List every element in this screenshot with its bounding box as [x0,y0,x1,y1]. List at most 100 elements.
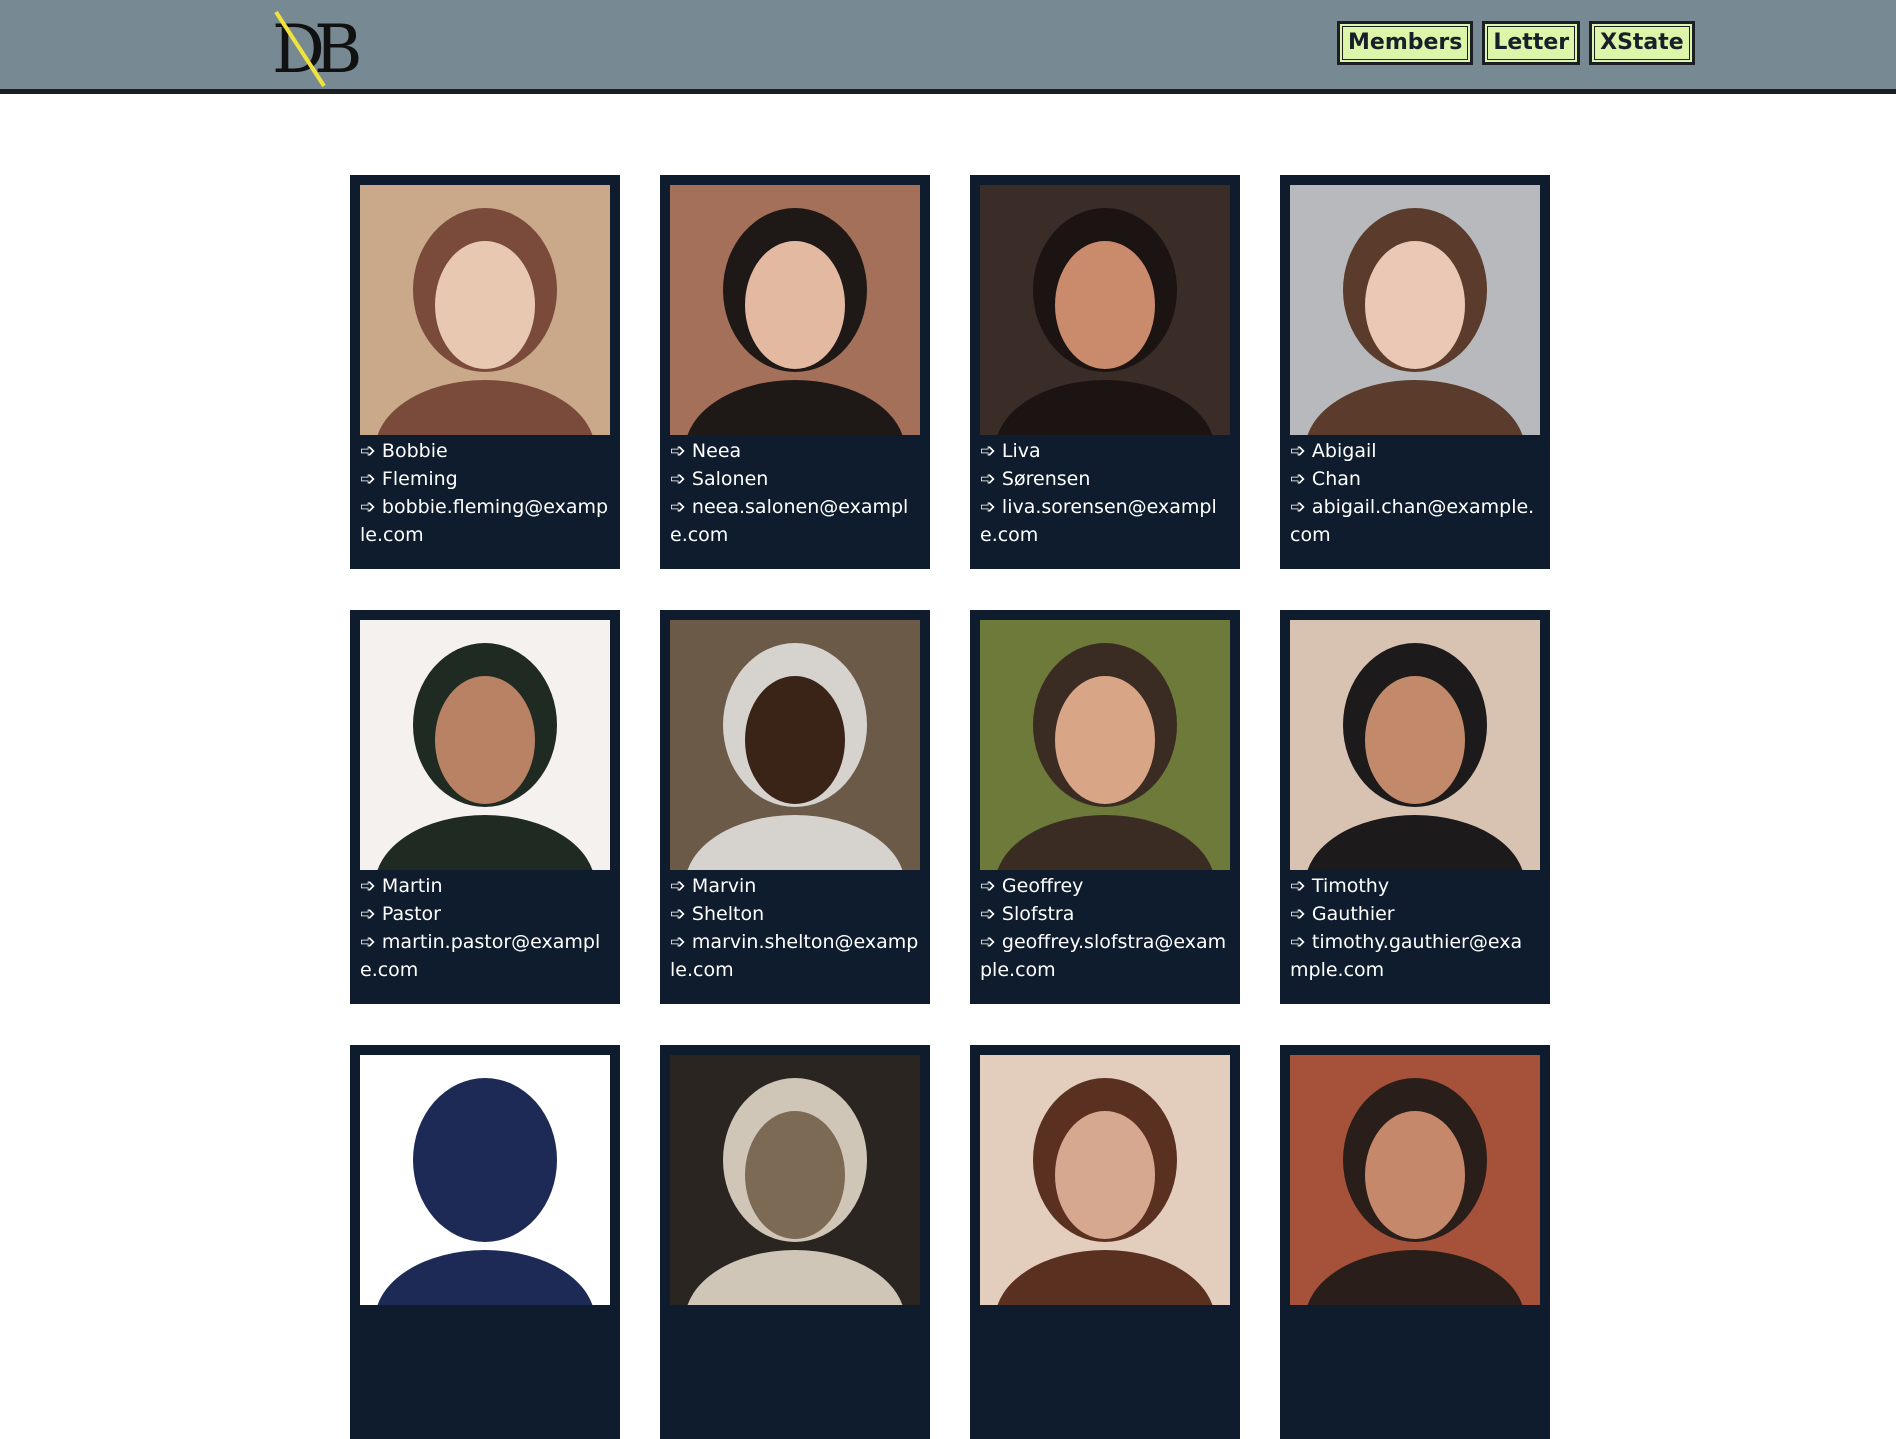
arrow-icon: ➩ [670,903,686,925]
member-card[interactable] [1280,1045,1550,1439]
member-last-name-text: Chan [1311,468,1361,490]
member-info: ➩ Martin ➩ Pastor ➩ martin.pastor@example.com [360,872,610,984]
member-photo [360,1055,610,1305]
member-info: ➩ Bobbie ➩ Fleming ➩ bobbie.fleming@example.c… [360,437,610,549]
arrow-icon: ➩ [980,468,996,490]
member-email[interactable]: ➩ marvin.shelton@example.com [670,928,920,984]
member-email-text: marvin.shelton@example.com [670,931,919,981]
member-last-name-text: Fleming [381,468,458,490]
member-last-name-text: Sørensen [1001,468,1091,490]
member-photo [360,185,610,435]
member-email[interactable]: ➩ neea.salonen@example.com [670,493,920,549]
main-nav: Members Letter XState [1337,21,1695,65]
nav-members-button[interactable]: Members [1337,21,1474,65]
member-card[interactable]: ➩ Marvin ➩ Shelton ➩ marvin.shelton@example.c… [660,610,930,1004]
member-last-name: ➩ Salonen [670,465,920,493]
member-first-name-text: Timothy [1311,875,1390,897]
arrow-icon: ➩ [360,468,376,490]
member-last-name: ➩ Fleming [360,465,610,493]
arrow-icon: ➩ [360,903,376,925]
arrow-icon: ➩ [360,440,376,462]
arrow-icon: ➩ [980,903,996,925]
member-card[interactable] [350,1045,620,1439]
member-last-name: ➩ Slofstra [980,900,1230,928]
svg-text:B: B [314,11,363,88]
member-photo [1290,1055,1540,1305]
nav-letter-button[interactable]: Letter [1482,21,1581,65]
arrow-icon: ➩ [670,440,686,462]
member-card[interactable]: ➩ Timothy ➩ Gauthier ➩ timothy.gauthier@examp… [1280,610,1550,1004]
member-first-name: ➩ Bobbie [360,437,610,465]
member-email[interactable]: ➩ bobbie.fleming@example.com [360,493,610,549]
member-card[interactable] [660,1045,930,1439]
member-photo [670,185,920,435]
member-last-name-text: Gauthier [1311,903,1395,925]
member-first-name-text: Abigail [1311,440,1377,462]
member-first-name: ➩ Marvin [670,872,920,900]
member-last-name: ➩ Pastor [360,900,610,928]
member-photo [1290,185,1540,435]
member-email-text: bobbie.fleming@example.com [360,496,609,546]
db-logo-icon: D B [272,10,363,88]
member-last-name: ➩ Shelton [670,900,920,928]
member-email[interactable]: ➩ liva.sorensen@example.com [980,493,1230,549]
member-first-name-text: Liva [1001,440,1041,462]
arrow-icon: ➩ [360,496,376,518]
member-first-name: ➩ Neea [670,437,920,465]
member-first-name: ➩ Martin [360,872,610,900]
nav-xstate-button[interactable]: XState [1589,21,1695,65]
member-first-name-text: Neea [691,440,742,462]
arrow-icon: ➩ [360,875,376,897]
member-email[interactable]: ➩ geoffrey.slofstra@example.com [980,928,1230,984]
member-email-text: liva.sorensen@example.com [980,496,1217,546]
arrow-icon: ➩ [670,931,686,953]
arrow-icon: ➩ [980,875,996,897]
member-first-name-text: Martin [381,875,443,897]
arrow-icon: ➩ [1290,496,1306,518]
arrow-icon: ➩ [1290,875,1306,897]
member-photo [670,1055,920,1305]
member-card[interactable]: ➩ Neea ➩ Salonen ➩ neea.salonen@example.com [660,175,930,569]
member-info: ➩ Timothy ➩ Gauthier ➩ timothy.gauthier@examp… [1290,872,1540,984]
arrow-icon: ➩ [1290,903,1306,925]
member-photo [980,620,1230,870]
member-email-text: martin.pastor@example.com [360,931,601,981]
member-card[interactable]: ➩ Martin ➩ Pastor ➩ martin.pastor@example.com [350,610,620,1004]
member-first-name-text: Marvin [691,875,757,897]
arrow-icon: ➩ [980,931,996,953]
arrow-icon: ➩ [1290,468,1306,490]
member-card[interactable] [970,1045,1240,1439]
member-info: ➩ Liva ➩ Sørensen ➩ liva.sorensen@example.com [980,437,1230,549]
member-first-name: ➩ Geoffrey [980,872,1230,900]
member-last-name: ➩ Gauthier [1290,900,1540,928]
member-email-text: abigail.chan@example.com [1290,496,1535,546]
member-photo [360,620,610,870]
member-last-name-text: Salonen [691,468,769,490]
member-photo [1290,620,1540,870]
member-last-name-text: Slofstra [1001,903,1075,925]
member-email-text: geoffrey.slofstra@example.com [980,931,1227,981]
member-photo [670,620,920,870]
arrow-icon: ➩ [670,875,686,897]
arrow-icon: ➩ [1290,440,1306,462]
arrow-icon: ➩ [670,496,686,518]
member-card[interactable]: ➩ Liva ➩ Sørensen ➩ liva.sorensen@example.com [970,175,1240,569]
member-first-name-text: Geoffrey [1001,875,1084,897]
member-card[interactable]: ➩ Abigail ➩ Chan ➩ abigail.chan@example.com [1280,175,1550,569]
member-info: ➩ Abigail ➩ Chan ➩ abigail.chan@example.com [1290,437,1540,549]
member-email-text: neea.salonen@example.com [670,496,909,546]
member-email[interactable]: ➩ abigail.chan@example.com [1290,493,1540,549]
arrow-icon: ➩ [980,496,996,518]
member-photo [980,185,1230,435]
db-logo[interactable]: D B [272,8,366,88]
arrow-icon: ➩ [980,440,996,462]
member-email[interactable]: ➩ martin.pastor@example.com [360,928,610,984]
member-photo [980,1055,1230,1305]
arrow-icon: ➩ [1290,931,1306,953]
member-email-text: timothy.gauthier@example.com [1290,931,1523,981]
member-first-name: ➩ Liva [980,437,1230,465]
member-email[interactable]: ➩ timothy.gauthier@example.com [1290,928,1540,984]
member-card[interactable]: ➩ Bobbie ➩ Fleming ➩ bobbie.fleming@example.c… [350,175,620,569]
member-card[interactable]: ➩ Geoffrey ➩ Slofstra ➩ geoffrey.slofstra@exa… [970,610,1240,1004]
arrow-icon: ➩ [670,468,686,490]
